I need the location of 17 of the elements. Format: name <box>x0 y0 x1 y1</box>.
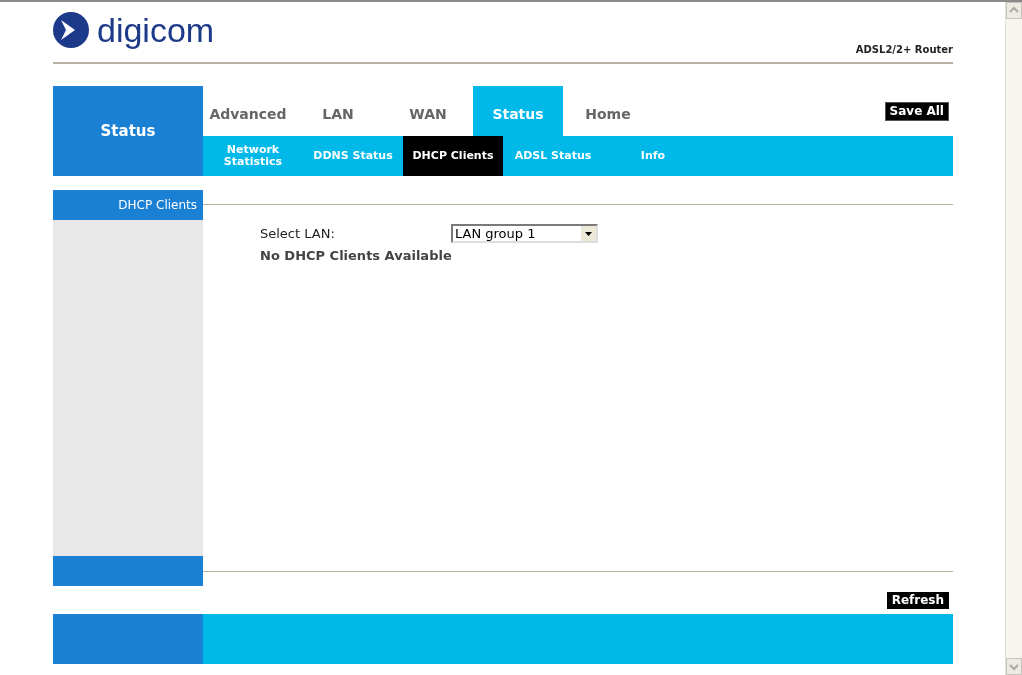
save-all-button[interactable]: Save All <box>884 101 949 121</box>
nav-tab[interactable]: Advanced <box>203 86 293 136</box>
nav-tab[interactable]: LAN <box>293 86 383 136</box>
scroll-up-icon[interactable] <box>1006 2 1022 19</box>
sub-tab[interactable]: DHCP Clients <box>403 136 503 176</box>
scroll-down-icon[interactable] <box>1006 658 1022 675</box>
refresh-button[interactable]: Refresh <box>886 591 949 609</box>
nav-tab[interactable]: WAN <box>383 86 473 136</box>
nav-tab[interactable]: Home <box>563 86 653 136</box>
sidebar-header: DHCP Clients <box>53 190 203 220</box>
product-name: ADSL2/2+ Router <box>855 43 953 57</box>
no-clients-message: No DHCP Clients Available <box>260 246 453 265</box>
scrollbar[interactable] <box>1005 2 1022 675</box>
section-title: Status <box>53 86 203 176</box>
select-lan-label: Select LAN: <box>260 225 336 243</box>
lan-select[interactable]: LAN group 1 <box>451 224 598 244</box>
logo-text: digicom <box>97 13 215 47</box>
